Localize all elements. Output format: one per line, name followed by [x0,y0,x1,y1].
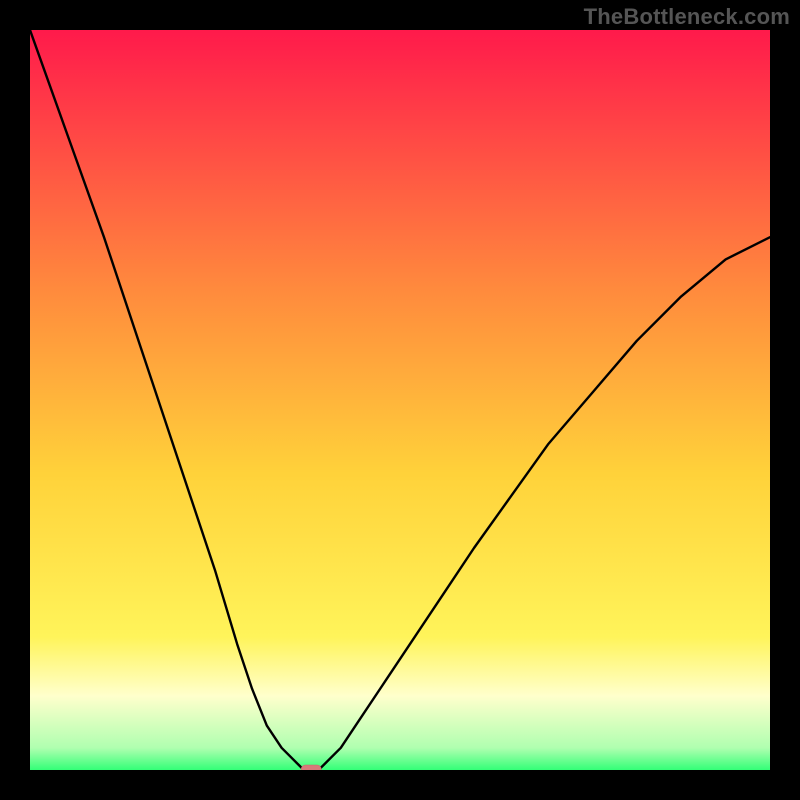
minimum-marker [301,765,321,770]
chart-stage: TheBottleneck.com [0,0,800,800]
watermark-label: TheBottleneck.com [584,4,790,30]
chart-svg [30,30,770,770]
plot-area [30,30,770,770]
